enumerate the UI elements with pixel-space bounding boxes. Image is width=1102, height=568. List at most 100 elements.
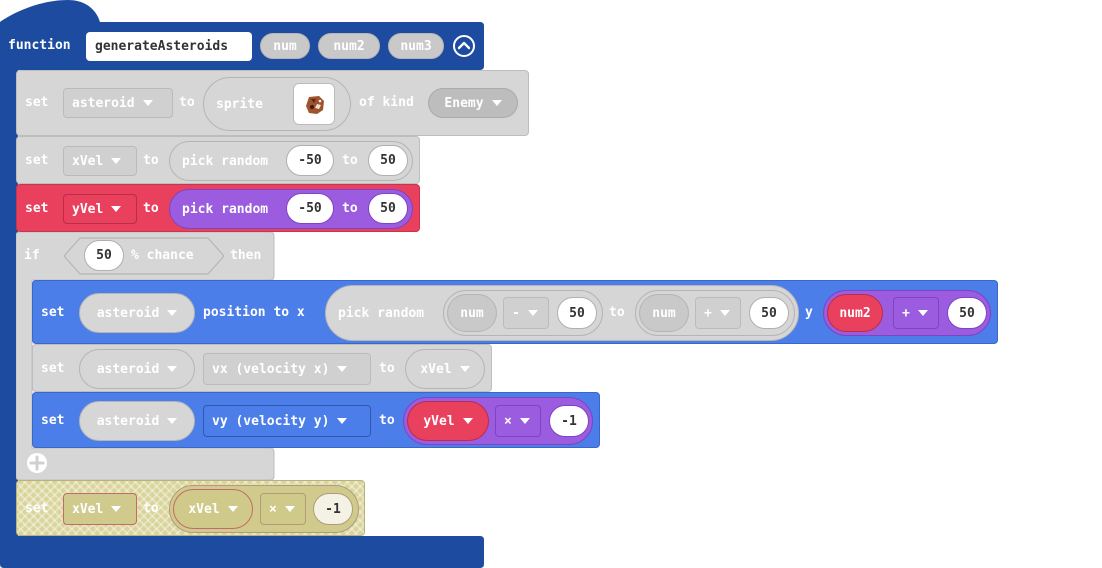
xvel-variable-dropdown[interactable]: xVel [405,349,485,389]
to-keyword: to [342,201,358,216]
chevron-up-circle-icon[interactable] [452,34,476,58]
chevron-down-icon [227,506,238,512]
position-to-x-label: position to x [203,305,305,320]
sprite-dropdown-asteroid[interactable]: asteroid [79,401,195,441]
set-keyword: set [25,501,49,516]
variable-name: asteroid [72,95,135,111]
sprite-var-label: asteroid [96,305,160,321]
to-keyword: to [379,413,395,428]
sprite-var-label: asteroid [96,361,160,377]
pick-random-label: pick random [338,305,425,321]
add-y-value-input[interactable]: 50 [947,297,987,329]
to-keyword: to [342,153,358,168]
variable-name: xVel [72,153,104,169]
kind-label: Enemy [444,95,484,111]
operator-label: - [512,305,520,321]
set-keyword: set [25,95,49,110]
xvel-variable-dropdown[interactable]: xVel [173,489,253,529]
chevron-down-icon [719,310,730,316]
operator-dropdown-plus[interactable]: + [893,297,939,329]
variable-name: xVel [72,501,104,517]
of-kind-keyword: of kind [359,95,414,110]
random-max-input[interactable]: 50 [368,145,408,176]
chevron-down-icon [491,100,502,106]
chevron-down-icon [111,506,122,512]
operator-dropdown-times[interactable]: × [260,493,306,525]
chevron-down-icon [142,100,153,106]
operator-label: + [902,305,910,321]
to-keyword: to [609,305,625,320]
y-keyword: y [805,305,813,320]
random-max-input[interactable]: 50 [368,193,408,224]
multiply-value-input[interactable]: -1 [313,493,353,525]
set-position-block[interactable]: set asteroid position to x pick random n… [32,280,998,344]
number-value: 50 [569,305,585,321]
number-value: 50 [959,305,975,321]
num2-variable[interactable]: num2 [827,294,883,332]
operator-label: + [704,305,712,321]
var-label: num2 [839,305,871,321]
variable-name: yVel [72,201,104,217]
yvel-variable-dropdown[interactable]: yVel [407,401,489,441]
num-variable[interactable]: num [639,294,689,332]
chance-percent-input[interactable]: 50 [84,240,124,271]
param-num3[interactable]: num3 [388,33,444,59]
var-label: yVel [423,413,455,429]
var-label: xVel [188,501,220,517]
variable-dropdown-asteroid[interactable]: asteroid [63,88,173,118]
chevron-down-icon [527,310,538,316]
set-xvel-random-block[interactable]: set xVel to pick random -50 to 50 [16,136,420,184]
property-dropdown-vy[interactable]: vy (velocity y) [203,405,371,437]
subtract-value-input[interactable]: 50 [557,297,597,329]
chevron-down-icon [337,418,348,424]
multiply-value-input[interactable]: -1 [549,405,589,437]
set-vx-block[interactable]: set asteroid vx (velocity x) to xVel [32,344,492,392]
pick-random-label: pick random [182,153,269,169]
number-value: 50 [761,305,777,321]
function-name-text: generateAsteroids [95,39,229,54]
set-yvel-random-block[interactable]: set yVel to pick random -50 to 50 [16,184,420,232]
to-keyword: to [179,95,195,110]
var-label: num [652,305,676,321]
chevron-down-icon [337,366,348,372]
operator-label: × [504,413,512,429]
operator-label: × [269,501,277,517]
variable-dropdown-xvel[interactable]: xVel [63,493,137,525]
random-max-value: 50 [380,153,396,168]
chevron-down-icon [111,158,122,164]
set-xvel-multiply-block[interactable]: set xVel to xVel × -1 [16,480,365,536]
operator-dropdown-times[interactable]: × [495,405,541,437]
set-keyword: set [25,201,49,216]
to-keyword: to [379,361,395,376]
plus-circle-icon[interactable] [26,452,48,474]
kind-dropdown-enemy[interactable]: Enemy [428,88,518,118]
sprite-dropdown-asteroid[interactable]: asteroid [79,349,195,389]
sprite-dropdown-asteroid[interactable]: asteroid [79,293,195,333]
property-label: vy (velocity y) [212,413,330,429]
set-keyword: set [41,361,65,376]
num-variable[interactable]: num [447,294,497,332]
chevron-down-icon [459,366,470,372]
random-min-input[interactable]: -50 [286,145,334,176]
random-min-input[interactable]: -50 [286,193,334,224]
sprite-image-slot[interactable] [293,83,335,125]
property-dropdown-vx[interactable]: vx (velocity x) [203,353,371,385]
param-num[interactable]: num [260,33,310,59]
param-num2-label: num2 [333,38,365,54]
sprite-var-label: asteroid [96,413,160,429]
param-num2[interactable]: num2 [318,33,380,59]
var-label: num [460,305,484,321]
add-value-input[interactable]: 50 [749,297,789,329]
variable-dropdown-yvel[interactable]: yVel [63,194,137,224]
function-name-field[interactable]: generateAsteroids [86,32,252,61]
operator-dropdown-plus[interactable]: + [695,297,741,329]
variable-dropdown-xvel[interactable]: xVel [63,146,137,176]
chevron-down-icon [917,310,928,316]
operator-dropdown-minus[interactable]: - [503,297,549,329]
pick-random-label: pick random [182,201,269,217]
chance-label: % chance [131,248,194,263]
asteroid-sprite-image [306,96,324,114]
number-value: -1 [561,413,577,429]
set-asteroid-sprite-block[interactable]: set asteroid to sprite of kind Enemy [16,70,529,136]
set-vy-block[interactable]: set asteroid vy (velocity y) to yVel × -… [32,392,600,448]
